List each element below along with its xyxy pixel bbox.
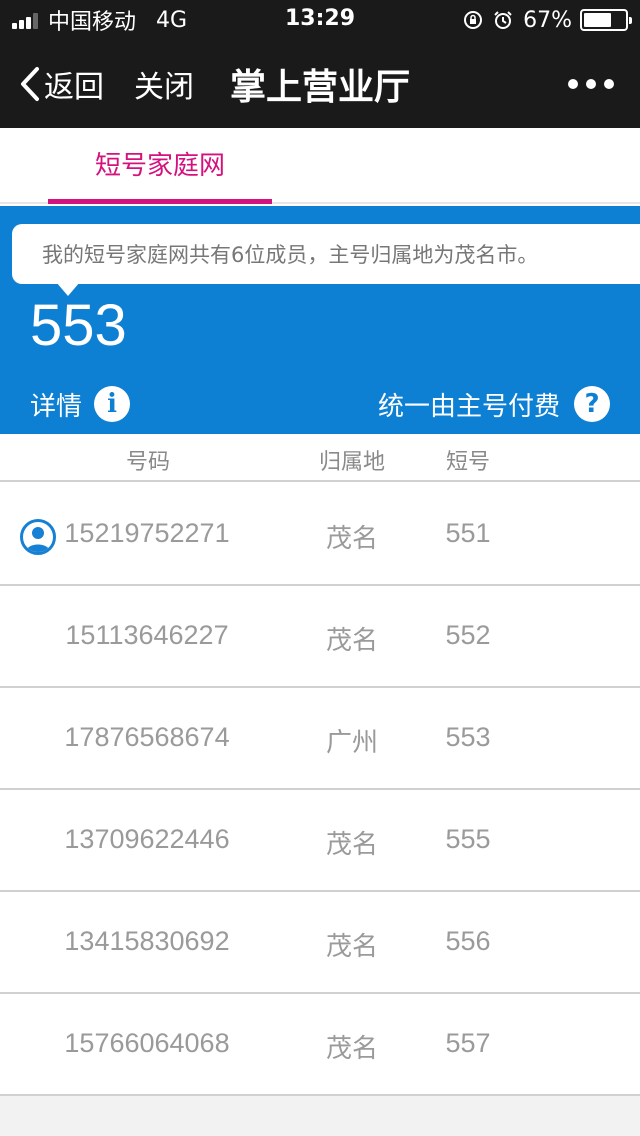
member-region: 茂名 [325, 830, 378, 860]
member-short-number: 556 [445, 926, 491, 956]
payment-note: 统一由主号付费 ? [378, 384, 610, 424]
more-icon[interactable] [568, 70, 614, 98]
member-number: 15113646227 [65, 620, 229, 650]
battery-icon [580, 9, 632, 31]
nav-bar: 返回 关闭 掌上营业厅 [0, 40, 640, 128]
member-short-number: 552 [445, 620, 491, 650]
bottom-area [0, 1096, 640, 1136]
page-title: 掌上营业厅 [230, 67, 411, 108]
member-region: 茂名 [325, 626, 378, 656]
member-region: 广州 [325, 728, 378, 758]
member-number: 13709622446 [64, 824, 230, 854]
family-network-summary: 我的短号家庭网共有6位成员，主号归属地为茂名市。 553 详情 i 统一由主号付… [0, 206, 640, 434]
member-list: 15219752271 茂名 551 15113646227 茂名 552 17… [0, 484, 640, 1096]
tab-bar: 短号家庭网 [0, 128, 640, 204]
back-label: 返回 [44, 70, 104, 105]
table-row: 15219752271 茂名 551 [0, 484, 640, 586]
details-label: 详情 [30, 391, 83, 422]
back-button[interactable]: 返回 [18, 62, 104, 106]
chevron-left-icon [21, 67, 39, 101]
member-number: 15219752271 [64, 518, 230, 548]
payment-label: 统一由主号付费 [377, 391, 560, 422]
alarm-icon [493, 10, 513, 30]
member-short-number: 551 [445, 518, 491, 548]
user-icon [20, 519, 56, 555]
table-row: 15766064068 茂名 557 [0, 994, 640, 1096]
status-bar: 中国移动 4G 13:29 67% [0, 0, 640, 40]
header-number: 号码 [125, 450, 170, 475]
table-row: 13415830692 茂名 556 [0, 892, 640, 994]
my-short-number: 553 [30, 293, 127, 358]
member-short-number: 557 [445, 1028, 491, 1058]
header-short: 短号 [445, 450, 490, 475]
member-number: 13415830692 [64, 926, 230, 956]
header-region: 归属地 [318, 450, 385, 475]
member-short-number: 553 [445, 722, 491, 752]
battery-fill [584, 13, 611, 27]
details-button[interactable]: 详情 i [30, 384, 131, 424]
help-icon[interactable]: ? [574, 386, 610, 422]
tab-family-network[interactable]: 短号家庭网 [48, 128, 272, 204]
status-right: 67% [463, 6, 632, 34]
table-row: 13709622446 茂名 555 [0, 790, 640, 892]
table-header: 号码 归属地 短号 [0, 434, 640, 482]
table-row: 15113646227 茂名 552 [0, 586, 640, 688]
member-region: 茂名 [325, 1034, 378, 1064]
info-icon[interactable]: i [94, 386, 131, 422]
member-region: 茂名 [325, 524, 378, 554]
close-button[interactable]: 关闭 [134, 62, 194, 106]
member-region: 茂名 [325, 932, 378, 962]
table-row: 17876568674 广州 553 [0, 688, 640, 790]
battery-percent: 67% [523, 7, 572, 33]
lock-rotation-icon [463, 10, 483, 30]
member-short-number: 555 [445, 824, 491, 854]
notice-bubble: 我的短号家庭网共有6位成员，主号归属地为茂名市。 [12, 224, 640, 284]
member-number: 17876568674 [64, 722, 230, 752]
member-number: 15766064068 [64, 1028, 230, 1058]
